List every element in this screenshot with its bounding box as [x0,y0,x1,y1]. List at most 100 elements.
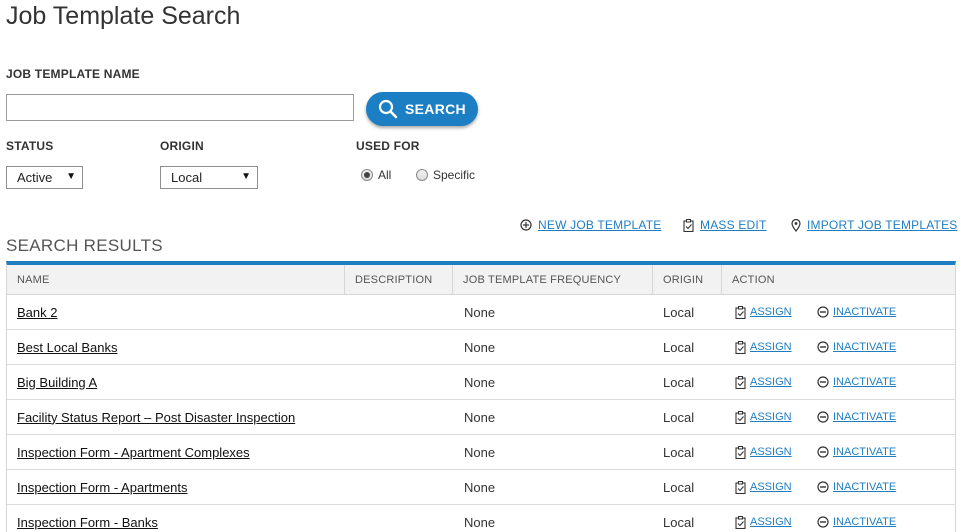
clipboard-icon [735,515,746,529]
column-header-description: DESCRIPTION [345,265,453,294]
map-pin-icon [791,218,801,232]
table-row: Inspection Form - Banks None Local ASSIGN IN… [7,505,955,532]
table-row: Inspection Form - Apartments None Local ASS… [7,470,955,505]
status-select[interactable]: Active ▼ [6,166,83,189]
origin-select-value: Local [171,170,203,185]
minus-circle-icon [817,481,829,493]
inactivate-label: INACTIVATE [833,481,897,493]
search-results-title: SEARCH RESULTS [6,236,163,255]
cell-action: ASSIGN INACTIVATE [722,505,955,532]
template-name-link[interactable]: Bank 2 [17,305,57,320]
import-job-templates-link[interactable]: IMPORT JOB TEMPLATES [791,218,957,232]
status-label: STATUS [6,139,54,153]
table-header: NAME DESCRIPTION JOB TEMPLATE FREQUENCY … [7,265,955,295]
inactivate-link[interactable]: INACTIVATE [817,376,896,388]
clipboard-icon [735,375,746,389]
cell-name: Inspection Form - Apartments [7,470,345,504]
origin-select[interactable]: Local ▼ [160,166,258,189]
inactivate-label: INACTIVATE [833,376,897,388]
inactivate-link[interactable]: INACTIVATE [817,516,896,528]
inactivate-link[interactable]: INACTIVATE [817,411,896,423]
cell-origin: Local [663,514,695,530]
cell-frequency: None [464,444,496,460]
template-name-link[interactable]: Inspection Form - Apartment Complexes [17,445,250,460]
page-title: Job Template Search [6,2,241,30]
template-name-link[interactable]: Facility Status Report – Post Disaster I… [17,410,295,425]
column-header-name: NAME [7,265,345,294]
clipboard-icon [735,445,746,459]
minus-circle-icon [817,446,829,458]
inactivate-label: INACTIVATE [833,446,897,458]
cell-origin: Local [663,409,695,425]
inactivate-label: INACTIVATE [833,411,897,423]
new-job-template-link[interactable]: NEW JOB TEMPLATE [520,218,661,232]
template-name-link[interactable]: Inspection Form - Banks [17,515,158,530]
table-row: Inspection Form - Apartment Complexes Non… [7,435,955,470]
inactivate-link[interactable]: INACTIVATE [817,446,896,458]
minus-circle-icon [817,411,829,423]
assign-label: ASSIGN [750,481,792,493]
assign-link[interactable]: ASSIGN [735,340,817,354]
minus-circle-icon [817,516,829,528]
clipboard-icon [735,340,746,354]
search-icon [378,99,398,119]
table-row: Best Local Banks None Local ASSIGN INACTIVAT… [7,330,955,365]
clipboard-icon [735,480,746,494]
cell-action: ASSIGN INACTIVATE [722,330,955,364]
assign-label: ASSIGN [750,446,792,458]
minus-circle-icon [817,306,829,318]
table-row: Bank 2 None Local ASSIGN INACTIVATE [7,295,955,330]
search-button[interactable]: SEARCH [366,92,478,126]
assign-label: ASSIGN [750,516,792,528]
inactivate-link[interactable]: INACTIVATE [817,481,896,493]
inactivate-label: INACTIVATE [833,306,897,318]
search-button-label: SEARCH [405,101,466,117]
inactivate-link[interactable]: INACTIVATE [817,306,896,318]
template-name-link[interactable]: Inspection Form - Apartments [17,480,188,495]
cell-action: ASSIGN INACTIVATE [722,400,955,434]
cell-frequency: None [464,374,496,390]
origin-label: ORIGIN [160,139,204,153]
cell-origin: Local [663,444,695,460]
assign-link[interactable]: ASSIGN [735,410,817,424]
cell-description [345,365,453,399]
cell-description [345,330,453,364]
used-for-all-radio[interactable]: All [361,168,391,182]
plus-circle-icon [520,219,532,231]
inactivate-label: INACTIVATE [833,516,897,528]
cell-frequency: None [464,479,496,495]
assign-label: ASSIGN [750,306,792,318]
assign-link[interactable]: ASSIGN [735,480,817,494]
template-name-link[interactable]: Best Local Banks [17,340,117,355]
cell-frequency: None [464,339,496,355]
assign-link[interactable]: ASSIGN [735,445,817,459]
cell-action: ASSIGN INACTIVATE [722,295,955,329]
assign-link[interactable]: ASSIGN [735,515,817,529]
minus-circle-icon [817,376,829,388]
cell-frequency: None [464,409,496,425]
radio-checked-icon [361,169,373,181]
assign-link[interactable]: ASSIGN [735,305,817,319]
cell-description [345,505,453,532]
table-body: Bank 2 None Local ASSIGN INACTIVATE Best Loca… [7,295,955,532]
column-header-origin: ORIGIN [653,265,722,294]
assign-link[interactable]: ASSIGN [735,375,817,389]
cell-origin: Local [663,374,695,390]
mass-edit-link[interactable]: MASS EDIT [683,218,766,232]
cell-name: Inspection Form - Apartment Complexes [7,435,345,469]
clipboard-icon [735,410,746,424]
used-for-all-label: All [378,168,392,182]
inactivate-link[interactable]: INACTIVATE [817,341,896,353]
template-name-link[interactable]: Big Building A [17,375,97,390]
cell-description [345,400,453,434]
assign-label: ASSIGN [750,376,792,388]
import-job-templates-label: IMPORT JOB TEMPLATES [807,218,958,232]
clipboard-icon [683,218,694,232]
cell-action: ASSIGN INACTIVATE [722,435,955,469]
used-for-specific-radio[interactable]: Specific [416,168,475,182]
cell-description [345,295,453,329]
job-template-name-input[interactable] [6,94,354,121]
cell-name: Bank 2 [7,295,345,329]
results-table: NAME DESCRIPTION JOB TEMPLATE FREQUENCY … [6,261,956,532]
status-select-value: Active [17,170,53,185]
